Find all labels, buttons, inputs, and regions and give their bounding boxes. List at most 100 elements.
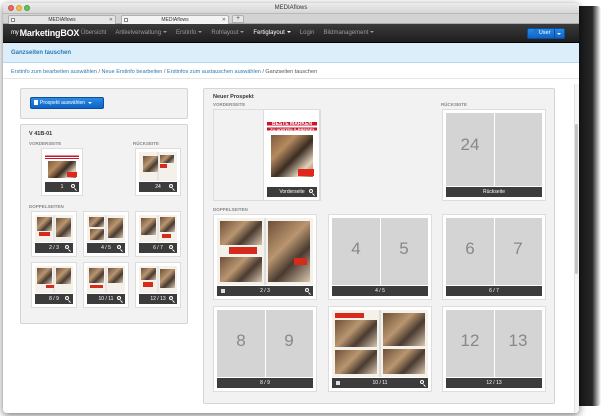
window-shadow xyxy=(579,6,601,406)
new-prospekt-panel: Neuer Prospekt VORDERSEITE RÜCKSEITE BES… xyxy=(203,88,555,404)
nav-item-artikelverwaltung[interactable]: Artikelverwaltung xyxy=(115,30,168,36)
app-navbar: myMarketingBOX Übersicht Artikelverwaltu… xyxy=(3,24,579,43)
spread-thumbnail xyxy=(35,266,73,293)
nav-item-rohlayout[interactable]: Rohlayout xyxy=(211,30,245,36)
page-bar: 8 / 9 xyxy=(217,378,313,388)
select-prospekt-label: Prospekt auswählen xyxy=(40,100,86,106)
select-prospekt-button[interactable]: Prospekt auswählen xyxy=(30,97,104,109)
new-spread-card[interactable]: 8 9 8 / 9 xyxy=(213,306,317,392)
new-spread-card[interactable]: 10 / 11 xyxy=(328,306,432,392)
browser-tab-1[interactable]: MEDIAflows ✕ xyxy=(8,15,116,24)
zoom-icon[interactable] xyxy=(169,184,173,188)
new-spread-card[interactable]: 6 7 6 / 7 xyxy=(442,214,546,300)
trash-icon[interactable] xyxy=(221,289,225,293)
breadcrumb: Erstinfo zum bearbeiten auswählen / Neue… xyxy=(3,63,579,79)
page-icon xyxy=(11,18,15,22)
page-scrollbar[interactable] xyxy=(574,84,579,413)
window-title: MEDIAflows xyxy=(274,5,308,11)
zoom-icon[interactable] xyxy=(169,296,173,300)
nav-item-uebersicht[interactable]: Übersicht xyxy=(81,30,106,36)
spread-label: 10 / 11 xyxy=(372,380,388,386)
main-content: Prospekt auswählen V 41B-01 VORDERSEITE … xyxy=(3,84,579,413)
nav-item-bildmanagement[interactable]: Bildmanagement xyxy=(323,30,375,36)
close-tab-icon[interactable]: ✕ xyxy=(109,16,113,24)
spread-card[interactable]: 4 / 5 xyxy=(83,211,129,257)
spread-thumbnail xyxy=(139,266,177,293)
breadcrumb-link-1[interactable]: Erstinfo zum bearbeiten auswählen xyxy=(11,69,97,75)
breadcrumb-separator: / xyxy=(98,69,100,75)
page-title: Ganzseiten tauschen xyxy=(3,43,579,63)
page-bar: 24 xyxy=(139,182,177,192)
page-bar: 1 xyxy=(45,182,79,192)
front-section-label: VORDERSEITE xyxy=(213,102,246,107)
brand-logo[interactable]: myMarketingBOX xyxy=(11,28,79,38)
right-page-number: 5 xyxy=(399,239,409,258)
new-spread-card[interactable]: 2 / 3 xyxy=(213,214,317,300)
user-label: User xyxy=(538,30,551,36)
spread-card[interactable]: 6 / 7 xyxy=(135,211,181,257)
zoom-icon[interactable] xyxy=(71,184,75,188)
close-tab-icon[interactable]: ✕ xyxy=(222,16,226,24)
nav-menu: Übersicht Artikelverwaltung Erstinfo Roh… xyxy=(81,30,383,36)
zoom-icon[interactable] xyxy=(65,296,69,300)
spread-thumbnail xyxy=(35,215,73,242)
breadcrumb-separator: / xyxy=(163,69,166,75)
spread-thumbnail xyxy=(217,218,313,285)
current-prospekt-panel: V 41B-01 VORDERSEITE RÜCKSEITE 1 24 DOPP… xyxy=(20,124,188,324)
browser-tab-2[interactable]: MEDIAflows ✕ xyxy=(121,15,229,24)
spread-label: 8 / 9 xyxy=(49,296,59,302)
spread-label: 6 / 7 xyxy=(153,245,163,251)
scrollbar-thumb[interactable] xyxy=(575,124,578,274)
new-back-page-card[interactable]: 24 Rückseite xyxy=(442,109,546,201)
page-bar: 8 / 9 xyxy=(35,294,73,304)
page-bar: 4 / 5 xyxy=(332,286,428,296)
left-page-number: 6 xyxy=(465,239,475,258)
left-page-number: 12 xyxy=(460,331,480,350)
zoom-icon[interactable] xyxy=(117,245,121,249)
spread-card[interactable]: 8 / 9 xyxy=(31,262,77,308)
spread-thumbnail xyxy=(332,310,428,377)
page-number: 1 xyxy=(60,184,64,190)
nav-item-fertiglayout[interactable]: Fertiglayout xyxy=(253,30,291,36)
back-page-card[interactable]: 24 xyxy=(135,148,181,196)
new-prospekt-title: Neuer Prospekt xyxy=(213,94,254,100)
new-spread-card[interactable]: 4 5 4 / 5 xyxy=(328,214,432,300)
spread-label: 2 / 3 xyxy=(260,288,270,294)
page-bar: 4 / 5 xyxy=(87,243,125,253)
spread-card[interactable]: 10 / 11 xyxy=(83,262,129,308)
breadcrumb-link-3[interactable]: Erstinfos zum austauschen auswählen xyxy=(167,69,261,75)
page-bar: 10 / 11 xyxy=(87,294,125,304)
zoom-icon[interactable] xyxy=(420,380,424,384)
page-bar: 12 / 13 xyxy=(139,294,177,304)
back-section-label: RÜCKSEITE xyxy=(133,141,160,146)
empty-spread: 4 5 xyxy=(332,218,428,285)
back-section-label: RÜCKSEITE xyxy=(441,102,468,107)
zoom-icon[interactable] xyxy=(117,296,121,300)
new-front-page-dropzone[interactable] xyxy=(213,109,320,201)
new-spread-card[interactable]: 12 13 12 / 13 xyxy=(442,306,546,392)
spread-label: 2 / 3 xyxy=(49,245,59,251)
spreads-section-label: DOPPELSEITEN xyxy=(29,204,64,209)
zoom-icon[interactable] xyxy=(169,245,173,249)
breadcrumb-separator: / xyxy=(262,69,264,75)
new-tab-button[interactable]: + xyxy=(232,15,244,23)
chevron-down-icon xyxy=(557,33,561,35)
chevron-down-icon xyxy=(370,31,375,34)
spread-card[interactable]: 12 / 13 xyxy=(135,262,181,308)
zoom-icon[interactable] xyxy=(65,245,69,249)
trash-icon[interactable] xyxy=(336,381,340,385)
breadcrumb-link-2[interactable]: Neue Erstinfo bearbeiten xyxy=(102,69,163,75)
user-menu-button[interactable]: 👤User xyxy=(527,28,565,39)
user-icon: 👤 xyxy=(532,30,539,36)
spread-card[interactable]: 2 / 3 xyxy=(31,211,77,257)
button-divider xyxy=(554,29,555,38)
nav-item-erstinfo[interactable]: Erstinfo xyxy=(176,30,203,36)
empty-spread: 6 7 xyxy=(446,218,542,285)
zoom-icon[interactable] xyxy=(305,288,309,292)
nav-item-login[interactable]: Login xyxy=(300,30,315,36)
title-bar: MEDIAflows xyxy=(3,3,579,14)
tab-bar: MEDIAflows ✕ MEDIAflows ✕ + xyxy=(3,14,579,24)
front-page-card[interactable]: 1 xyxy=(41,148,83,196)
page-bar: 6 / 7 xyxy=(446,286,542,296)
spread-label: 8 / 9 xyxy=(260,380,270,386)
